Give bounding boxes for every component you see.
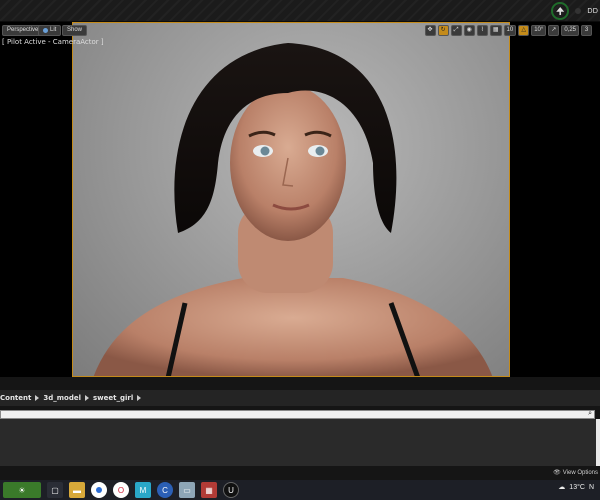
opera-icon[interactable]: O xyxy=(113,482,129,498)
cloud-icon: ☁ xyxy=(558,484,566,491)
perspective-label: Perspective xyxy=(7,27,39,33)
top-tray: DD xyxy=(551,0,600,22)
breadcrumb-content[interactable]: Content xyxy=(0,394,31,402)
viewport-transform-toolbar: ✥ ↻ ⤢ ◉ ⌇ ▦ 10 △ 10° ↗ 0,25 3 xyxy=(424,25,592,36)
scale-icon[interactable]: ⤢ xyxy=(450,25,462,36)
rotate-icon[interactable]: ↻ xyxy=(437,25,449,36)
eye-icon: 👁 xyxy=(553,470,561,476)
camera-speed-value[interactable]: 3 xyxy=(581,25,592,36)
unreal-icon[interactable]: U xyxy=(223,482,239,498)
breadcrumb: Content 3d_model sweet_girl xyxy=(0,390,600,406)
grid-snap-value[interactable]: 10 xyxy=(503,25,517,36)
rotation-snap-value[interactable]: 10° xyxy=(531,25,547,36)
scale-snap-icon[interactable]: ↗ xyxy=(548,25,560,36)
world-icon[interactable]: ◉ xyxy=(463,25,475,36)
breadcrumb-3d-model[interactable]: 3d_model xyxy=(43,394,81,402)
title-bar: DD xyxy=(0,0,600,22)
archive-icon[interactable]: ▦ xyxy=(201,482,217,498)
character-render-image xyxy=(93,43,493,376)
scale-snap-value[interactable]: 0,25 xyxy=(561,25,579,36)
chevron-right-icon xyxy=(137,395,142,401)
search-input[interactable]: ⌕ xyxy=(0,410,595,419)
chevron-right-icon xyxy=(35,395,40,401)
rotation-snap-icon[interactable]: △ xyxy=(518,25,530,36)
surface-snap-icon[interactable]: ⌇ xyxy=(476,25,488,36)
top-tray-text: DD xyxy=(587,7,598,15)
chrome-icon[interactable] xyxy=(91,482,107,498)
search-icon[interactable]: ⌕ xyxy=(588,410,592,418)
translate-icon[interactable]: ✥ xyxy=(424,25,436,36)
show-button[interactable]: Show xyxy=(62,25,88,36)
lit-button[interactable]: Lit xyxy=(38,25,62,36)
weather-temp: 13°C xyxy=(569,483,585,491)
view-options-label: View Options xyxy=(562,469,598,476)
breadcrumb-sweet-girl[interactable]: sweet_girl xyxy=(93,394,133,402)
scene-render[interactable] xyxy=(72,22,510,377)
scrollbar[interactable] xyxy=(596,419,600,466)
chevron-right-icon xyxy=(85,395,90,401)
widgets-icon[interactable]: ☀ xyxy=(3,482,41,498)
status-dot-icon xyxy=(575,8,582,14)
lit-label: Lit xyxy=(50,27,57,33)
view-options-button[interactable]: 👁 View Options xyxy=(553,469,598,477)
upload-ring-icon[interactable] xyxy=(551,2,570,20)
maya-icon[interactable]: M xyxy=(135,482,151,498)
taskbar: ☀ ▢ ▬ O M C ▭ ▦ U xyxy=(0,480,600,500)
grid-icon[interactable]: ▦ xyxy=(489,25,502,36)
weather-extra: N xyxy=(588,483,594,491)
weather-widget[interactable]: ☁ 13°C N xyxy=(558,483,594,492)
task-view-icon[interactable]: ▢ xyxy=(47,482,63,498)
monitor-icon[interactable]: ▭ xyxy=(179,482,195,498)
asset-grid[interactable] xyxy=(0,419,596,466)
c-app-icon[interactable]: C xyxy=(157,482,173,498)
pilot-active-label: [ Pilot Active - CameraActor ] xyxy=(2,38,104,46)
show-label: Show xyxy=(67,27,83,33)
sphere-icon xyxy=(43,28,48,33)
folder-icon[interactable]: ▬ xyxy=(69,482,85,498)
